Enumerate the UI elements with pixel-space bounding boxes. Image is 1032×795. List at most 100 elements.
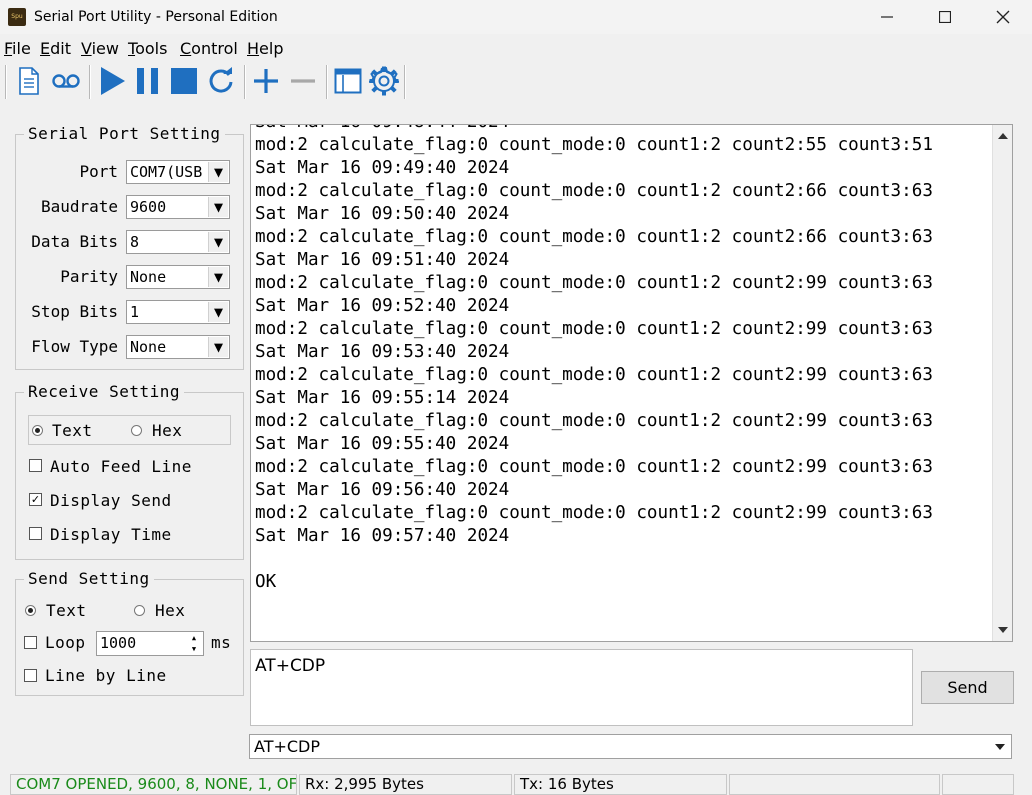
port-label: Port bbox=[79, 162, 118, 181]
app-icon-text: Spu bbox=[11, 13, 23, 20]
toolbar-separator bbox=[404, 65, 406, 99]
receive-line: mod:2 calculate_flag:0 count_mode:0 coun… bbox=[255, 365, 933, 385]
stop-bits-value: 1 bbox=[130, 303, 140, 321]
port-select[interactable]: COM7(USB ▼ bbox=[126, 160, 230, 184]
send-button[interactable]: Send bbox=[921, 671, 1014, 704]
app-icon: Spu bbox=[8, 8, 26, 26]
loop-interval-value: 1000 bbox=[100, 634, 137, 652]
refresh-button[interactable] bbox=[204, 64, 238, 98]
receive-text-area[interactable]: Sat Mar 16 09:48:44 2024mod:2 calculate_… bbox=[250, 124, 1013, 642]
data-bits-select[interactable]: 8 ▼ bbox=[126, 230, 230, 254]
receive-line: Sat Mar 16 09:48:44 2024 bbox=[255, 125, 933, 134]
settings-gear-icon bbox=[369, 66, 399, 96]
menu-edit[interactable]: Edit bbox=[40, 39, 71, 58]
dropdown-arrow-icon: ▼ bbox=[208, 197, 228, 217]
data-bits-value: 8 bbox=[130, 233, 140, 251]
flow-type-value: None bbox=[130, 338, 167, 356]
receive-line: mod:2 calculate_flag:0 count_mode:0 coun… bbox=[255, 135, 933, 155]
port-status: COM7 OPENED, 9600, 8, NONE, 1, OFF bbox=[10, 774, 297, 795]
parity-value: None bbox=[130, 268, 167, 286]
toolbar-separator bbox=[244, 65, 246, 99]
send-input[interactable]: AT+CDP bbox=[250, 649, 913, 726]
display-send-checkbox[interactable]: ✓ bbox=[29, 493, 42, 506]
menu-control[interactable]: Control bbox=[180, 39, 238, 58]
menu-tools[interactable]: Tools bbox=[128, 39, 167, 58]
stop-bits-label: Stop Bits bbox=[31, 302, 118, 321]
new-document-button[interactable] bbox=[12, 64, 46, 98]
minimize-icon bbox=[881, 16, 893, 18]
window-title: Serial Port Utility - Personal Edition bbox=[34, 9, 278, 25]
receive-line: Sat Mar 16 09:55:14 2024 bbox=[255, 388, 510, 408]
record-icon bbox=[52, 74, 80, 88]
display-time-checkbox[interactable] bbox=[29, 527, 42, 540]
data-bits-label: Data Bits bbox=[31, 232, 118, 251]
dropdown-arrow-icon: ▼ bbox=[208, 232, 228, 252]
add-button[interactable] bbox=[249, 64, 283, 98]
baudrate-value: 9600 bbox=[130, 198, 167, 216]
plus-icon bbox=[254, 69, 278, 93]
close-button[interactable] bbox=[980, 0, 1026, 34]
rx-count: Rx: 2,995 Bytes bbox=[299, 774, 512, 795]
maximize-button[interactable] bbox=[922, 0, 968, 34]
parity-select[interactable]: None ▼ bbox=[126, 265, 230, 289]
menu-view[interactable]: View bbox=[81, 39, 119, 58]
remove-button[interactable] bbox=[286, 64, 320, 98]
display-send-label: Display Send bbox=[50, 491, 172, 510]
receive-line: mod:2 calculate_flag:0 count_mode:0 coun… bbox=[255, 503, 933, 523]
receive-text-radio[interactable] bbox=[32, 425, 43, 436]
minimize-button[interactable] bbox=[864, 0, 910, 34]
scrollbar-thumb[interactable] bbox=[994, 147, 1011, 497]
toolbar-separator bbox=[326, 65, 328, 99]
loop-interval-spinbox[interactable]: 1000 ▲ ▼ bbox=[96, 631, 204, 656]
line-by-line-checkbox[interactable] bbox=[24, 669, 37, 682]
loop-checkbox[interactable] bbox=[24, 636, 37, 649]
auto-feed-line-checkbox[interactable] bbox=[29, 459, 42, 472]
receive-line: mod:2 calculate_flag:0 count_mode:0 coun… bbox=[255, 181, 933, 201]
receive-line: OK bbox=[255, 572, 277, 592]
status-bar: COM7 OPENED, 9600, 8, NONE, 1, OFF Rx: 2… bbox=[0, 772, 1032, 795]
stop-bits-select[interactable]: 1 ▼ bbox=[126, 300, 230, 324]
baudrate-select[interactable]: 9600 ▼ bbox=[126, 195, 230, 219]
stop-button[interactable] bbox=[167, 64, 201, 98]
receive-line: Sat Mar 16 09:51:40 2024 bbox=[255, 250, 510, 270]
spin-down-icon[interactable]: ▼ bbox=[186, 644, 202, 655]
menu-bar: File Edit View Tools Control Help bbox=[0, 36, 1032, 60]
settings-button[interactable] bbox=[367, 64, 401, 98]
pause-button[interactable] bbox=[131, 64, 165, 98]
minus-icon bbox=[291, 79, 315, 83]
close-icon bbox=[996, 10, 1010, 24]
title-bar: Spu Serial Port Utility - Personal Editi… bbox=[0, 0, 1032, 34]
port-value: COM7(USB bbox=[130, 163, 203, 181]
receive-hex-label: Hex bbox=[152, 421, 183, 440]
play-button[interactable] bbox=[95, 64, 129, 98]
loop-unit-label: ms bbox=[211, 633, 232, 652]
toolbar-separator bbox=[89, 65, 91, 99]
spin-up-icon[interactable]: ▲ bbox=[186, 633, 202, 644]
menu-file[interactable]: File bbox=[4, 39, 31, 58]
receive-line: mod:2 calculate_flag:0 count_mode:0 coun… bbox=[255, 273, 933, 293]
scroll-up-icon[interactable] bbox=[994, 127, 1012, 145]
toolbar bbox=[0, 62, 1032, 100]
receive-line: mod:2 calculate_flag:0 count_mode:0 coun… bbox=[255, 319, 933, 339]
dropdown-arrow-icon bbox=[990, 737, 1009, 756]
vertical-scrollbar[interactable] bbox=[992, 125, 1012, 641]
receive-line: mod:2 calculate_flag:0 count_mode:0 coun… bbox=[255, 227, 933, 247]
send-text-radio[interactable] bbox=[25, 605, 36, 616]
status-cell-extra-2 bbox=[942, 774, 1014, 795]
refresh-icon bbox=[209, 67, 233, 93]
receive-setting-title: Receive Setting bbox=[24, 382, 184, 401]
send-hex-radio[interactable] bbox=[134, 605, 145, 616]
display-time-label: Display Time bbox=[50, 525, 172, 544]
receive-hex-radio[interactable] bbox=[131, 425, 142, 436]
flow-type-select[interactable]: None ▼ bbox=[126, 335, 230, 359]
scroll-down-icon[interactable] bbox=[994, 621, 1012, 639]
menu-help[interactable]: Help bbox=[247, 39, 283, 58]
record-button[interactable] bbox=[49, 64, 83, 98]
receive-line: mod:2 calculate_flag:0 count_mode:0 coun… bbox=[255, 457, 933, 477]
send-history-value: AT+CDP bbox=[254, 737, 321, 756]
stop-icon bbox=[171, 68, 197, 94]
send-history-select[interactable]: AT+CDP bbox=[249, 734, 1012, 759]
auto-feed-line-label: Auto Feed Line bbox=[50, 457, 192, 476]
window-button[interactable] bbox=[331, 64, 365, 98]
send-input-text: AT+CDP bbox=[255, 656, 326, 676]
